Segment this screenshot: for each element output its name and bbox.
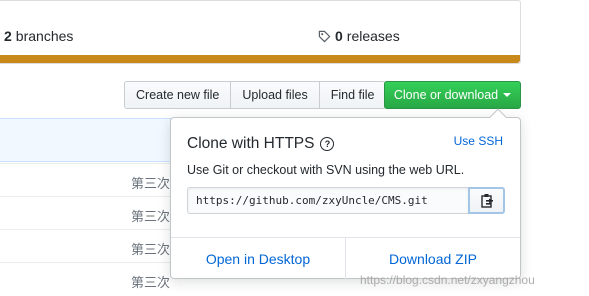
watermark: https://blog.csdn.net/zxyangzhou	[360, 273, 535, 287]
releases-label: releases	[346, 28, 400, 44]
file-nav-button-group: Create new file Upload files Find file	[124, 81, 387, 109]
clone-url-input[interactable]	[187, 187, 468, 214]
language-progress-bar	[0, 55, 520, 63]
open-in-desktop-button[interactable]: Open in Desktop	[171, 238, 345, 279]
clone-popover: Clone with HTTPS ? Use SSH Use Git or ch…	[170, 108, 521, 279]
popover-title-text: Clone with HTTPS	[187, 135, 315, 152]
clone-url-row	[187, 187, 505, 214]
commit-message[interactable]: 第三次	[131, 206, 170, 225]
use-ssh-link[interactable]: Use SSH	[454, 134, 503, 148]
clone-or-download-button[interactable]: Clone or download	[384, 81, 521, 109]
branches-count: 2	[4, 28, 12, 44]
caret-down-icon	[503, 93, 512, 97]
clone-or-download-label: Clone or download	[393, 88, 499, 102]
releases-link[interactable]: 0 releases	[318, 28, 400, 44]
find-file-button[interactable]: Find file	[319, 81, 387, 109]
tag-icon	[318, 30, 331, 42]
clipboard-icon	[480, 193, 493, 208]
table-row[interactable]: 第三次	[0, 262, 175, 295]
question-icon[interactable]: ?	[320, 137, 335, 151]
popover-title: Clone with HTTPS ?	[187, 135, 335, 153]
popover-arrow	[489, 108, 507, 126]
commit-message[interactable]: 第三次	[131, 239, 170, 258]
table-row[interactable]: 第三次	[0, 163, 175, 196]
create-new-file-button[interactable]: Create new file	[124, 81, 232, 109]
table-row[interactable]: 第三次	[0, 196, 175, 229]
upload-files-button[interactable]: Upload files	[231, 81, 320, 109]
commit-message[interactable]: 第三次	[131, 272, 170, 291]
repo-stats-bar: 2 branches 0 releases	[0, 0, 521, 64]
commit-message[interactable]: 第三次	[131, 173, 170, 192]
table-row[interactable]: 第三次	[0, 229, 175, 262]
commit-header-row	[0, 118, 175, 162]
releases-count: 0	[335, 28, 343, 44]
popover-description: Use Git or checkout with SVN using the w…	[187, 163, 465, 177]
branches-link[interactable]: 2 branches	[4, 28, 73, 44]
copy-url-button[interactable]	[468, 187, 505, 214]
branches-label: branches	[15, 28, 74, 44]
